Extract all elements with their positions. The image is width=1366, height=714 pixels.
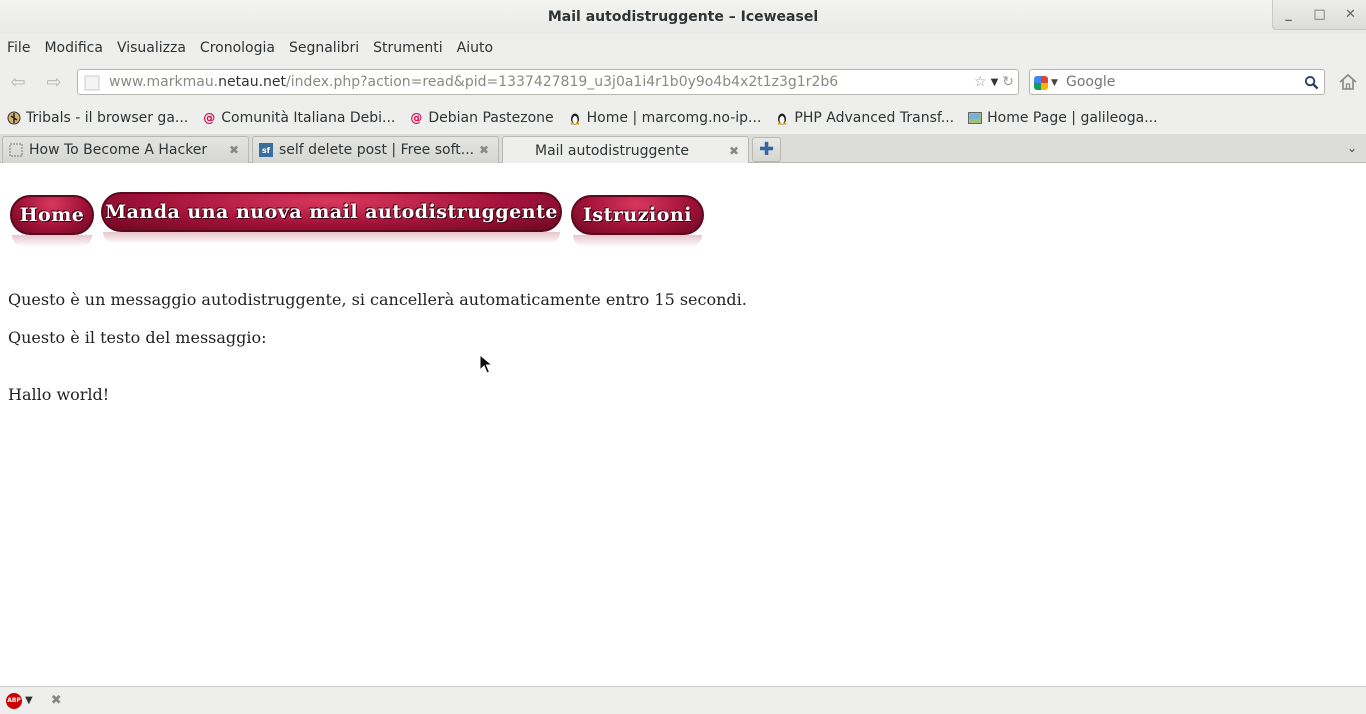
new-mail-button-reflection [103,232,560,244]
menu-bar: File Modifica Visualizza Cronologia Segn… [0,34,1366,62]
history-dropdown-icon[interactable]: ▼ [991,77,999,88]
window-controls: _ □ ✕ [1272,0,1366,30]
debian-swirl-icon: @ [203,111,216,125]
home-button-reflection [12,235,92,247]
message-body: Hallo world! [8,385,110,404]
minimize-button[interactable]: _ [1273,0,1304,29]
instructions-link-button[interactable]: Istruzioni [571,195,704,235]
google-logo-icon [1034,76,1048,90]
blank-page-icon [9,143,23,157]
bookmark-label: PHP Advanced Transf... [794,110,955,126]
bookmark-debian-pastezone[interactable]: @ Debian Pastezone [409,110,553,126]
tribals-icon [7,111,21,125]
url-text[interactable]: www.markmau.netau.net/index.php?action=r… [109,70,838,94]
page-favicon-icon [84,75,100,91]
image-icon [968,111,983,125]
search-go-button[interactable] [1301,72,1321,92]
menu-file[interactable]: File [7,40,30,56]
window-title: Mail autodistruggente – Iceweasel [547,9,819,25]
new-mail-link-button[interactable]: Manda una nuova mail autodistruggente [101,192,562,232]
adblock-plus-icon[interactable]: ABP [6,692,22,709]
reload-icon[interactable]: ↻ [1002,74,1014,90]
menu-visualizza[interactable]: Visualizza [117,40,186,56]
new-tab-button[interactable]: ✚ [752,137,781,162]
search-bar[interactable]: ▼ [1029,69,1325,95]
page-content: Home Manda una nuova mail autodistruggen… [0,163,1366,686]
sourceforge-icon: sf [259,143,273,157]
url-prefix: www.markmau. [109,74,219,90]
bookmark-comunita-debian[interactable]: @ Comunità Italiana Debi... [202,110,395,126]
menu-aiuto[interactable]: Aiuto [457,40,493,56]
url-bar-icons: ☆ ▼ ↻ [970,72,1014,92]
close-tab-icon[interactable]: ✖ [726,143,742,159]
chevron-down-icon[interactable]: ▼ [25,695,33,706]
url-bar[interactable]: www.markmau.netau.net/index.php?action=r… [77,69,1019,95]
menu-segnalibri[interactable]: Segnalibri [289,40,359,56]
close-tab-icon[interactable]: ✖ [476,142,492,158]
message-intro: Questo è il testo del messaggio: [8,328,267,347]
close-tab-icon[interactable]: ✖ [226,142,242,158]
bookmark-star-icon[interactable]: ☆ [974,74,987,90]
tab-self-delete-post[interactable]: sf self delete post | Free soft... ✖ [252,136,499,163]
chevron-down-icon: ⌄ [1346,141,1358,155]
instructions-button-reflection [573,235,702,247]
forward-arrow-icon: ⇨ [46,71,62,93]
chevron-down-icon: ▼ [1051,78,1058,88]
bookmark-php-advanced[interactable]: PHP Advanced Transf... [775,110,954,126]
bookmark-label: Home | marcomg.no-ip... [586,110,762,126]
close-addon-bar-icon[interactable]: ✖ [51,693,62,708]
url-host: netau.net [218,74,286,90]
bookmark-galileoga[interactable]: Home Page | galileoga... [968,110,1158,126]
tab-title: self delete post | Free soft... [279,142,475,158]
bookmark-label: Tribals - il browser ga... [26,110,189,126]
bookmark-label: Comunità Italiana Debi... [221,110,396,126]
forward-button[interactable]: ⇨ [41,70,67,94]
bookmark-tribals[interactable]: Tribals - il browser ga... [7,110,188,126]
menu-modifica[interactable]: Modifica [44,40,103,56]
search-input[interactable] [1066,70,1296,94]
plus-icon: ✚ [758,139,775,160]
url-path: /index.php?action=read&pid=1337427819_u3… [286,74,839,90]
mouse-pointer-icon [479,354,493,374]
window-titlebar: Mail autodistruggente – Iceweasel _ □ ✕ [0,0,1366,34]
tab-mail-autodistruggente[interactable]: Mail autodistruggente ✖ [502,136,749,164]
tux-icon [775,111,789,125]
navigation-toolbar: ⇦ ⇨ www.markmau.netau.net/index.php?acti… [0,62,1366,102]
maximize-button[interactable]: □ [1304,0,1335,29]
search-engine-selector[interactable]: ▼ [1034,74,1062,92]
tab-strip: How To Become A Hacker ✖ sf self delete … [0,134,1366,164]
house-icon [1339,73,1357,90]
sourceforge-badge: sf [261,145,271,155]
tab-how-to-become-a-hacker[interactable]: How To Become A Hacker ✖ [2,136,249,163]
back-button[interactable]: ⇦ [5,70,31,94]
back-arrow-icon: ⇦ [10,71,26,93]
tux-icon [568,111,582,125]
bookmark-label: Home Page | galileoga... [987,110,1158,126]
bookmark-label: Debian Pastezone [428,110,554,126]
blank-favicon-icon [515,144,529,158]
menu-strumenti[interactable]: Strumenti [373,40,443,56]
adblock-label: ABP [7,697,21,704]
menu-cronologia[interactable]: Cronologia [200,40,275,56]
debian-swirl-icon: @ [410,111,423,125]
magnifier-icon [1304,75,1318,89]
tab-title: Mail autodistruggente [535,142,689,159]
bookmark-marcomg[interactable]: Home | marcomg.no-ip... [568,110,762,126]
home-link-button[interactable]: Home [10,195,94,235]
self-destruct-notice: Questo è un messaggio autodistruggente, … [8,290,747,309]
close-window-button[interactable]: ✕ [1335,0,1366,29]
tab-title: How To Become A Hacker [29,142,208,158]
status-bar: ABP ▼ ✖ [0,686,1366,714]
tab-list-button[interactable]: ⌄ [1344,140,1360,156]
bookmarks-toolbar: Tribals - il browser ga... @ Comunità It… [0,102,1366,134]
home-button[interactable] [1336,71,1360,93]
